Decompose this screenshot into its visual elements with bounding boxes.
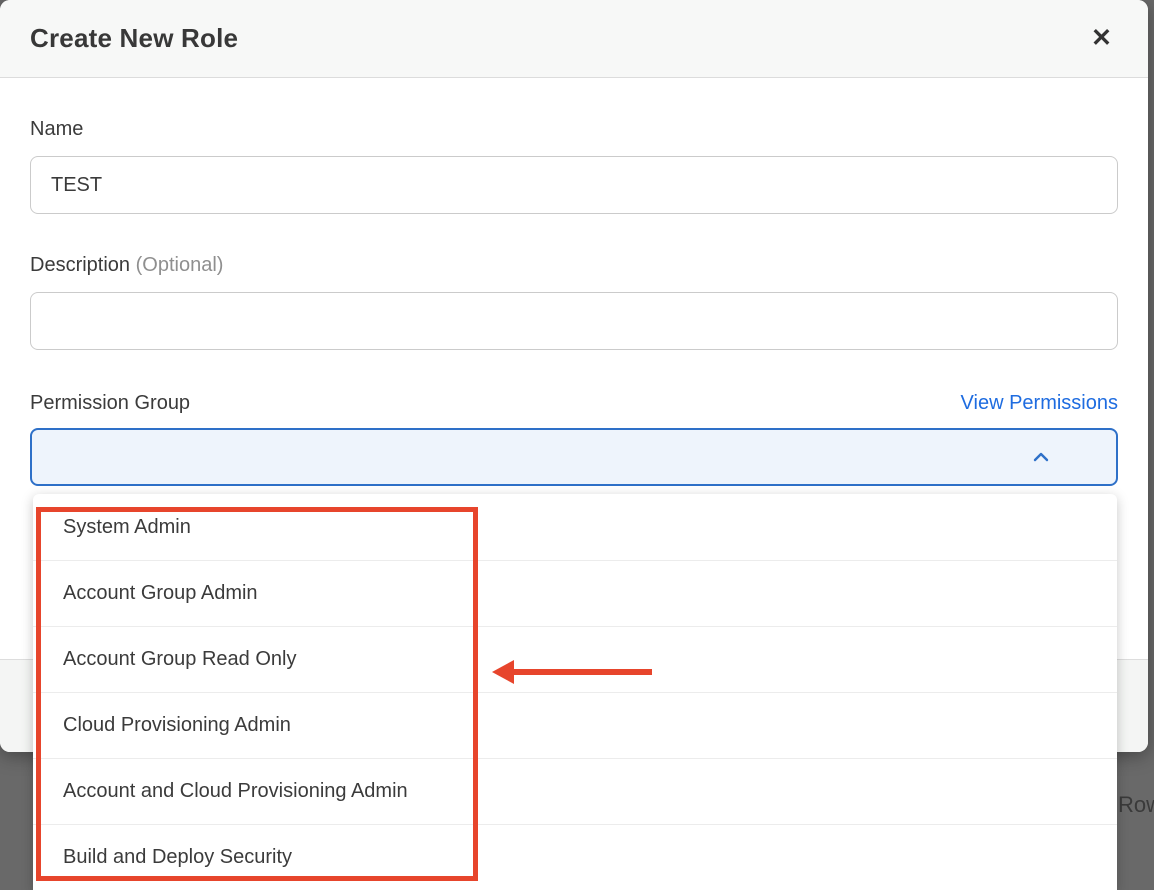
description-label: Description (Optional) [30, 252, 1118, 278]
option-build-and-deploy-security[interactable]: Build and Deploy Security [33, 824, 1117, 890]
permission-group-select[interactable] [30, 428, 1118, 486]
optional-hint: (Optional) [136, 254, 224, 276]
option-system-admin[interactable]: System Admin [33, 494, 1117, 560]
option-cloud-provisioning-admin[interactable]: Cloud Provisioning Admin [33, 692, 1117, 758]
permission-group-row: Permission Group View Permissions [30, 390, 1118, 416]
screen-overlay: Row Create New Role ✕ Name Description (… [0, 0, 1154, 890]
option-account-group-read-only[interactable]: Account Group Read Only [33, 626, 1117, 692]
name-input[interactable] [30, 156, 1118, 214]
permission-group-options-panel: System Admin Account Group Admin Account… [33, 494, 1117, 890]
option-account-and-cloud-provisioning-admin[interactable]: Account and Cloud Provisioning Admin [33, 758, 1117, 824]
option-account-group-admin[interactable]: Account Group Admin [33, 560, 1117, 626]
chevron-up-icon [1032, 448, 1050, 466]
modal-title: Create New Role [30, 23, 238, 54]
view-permissions-link[interactable]: View Permissions [961, 392, 1118, 415]
close-icon[interactable]: ✕ [1091, 26, 1112, 51]
description-input[interactable] [30, 292, 1118, 350]
name-label: Name [30, 116, 1118, 142]
modal-header: Create New Role ✕ [0, 0, 1148, 78]
permission-group-label: Permission Group [30, 390, 190, 416]
background-partial-text: Row [1118, 792, 1154, 818]
modal-body: Name Description (Optional) Permission G… [0, 116, 1148, 486]
description-label-text: Description [30, 254, 130, 276]
